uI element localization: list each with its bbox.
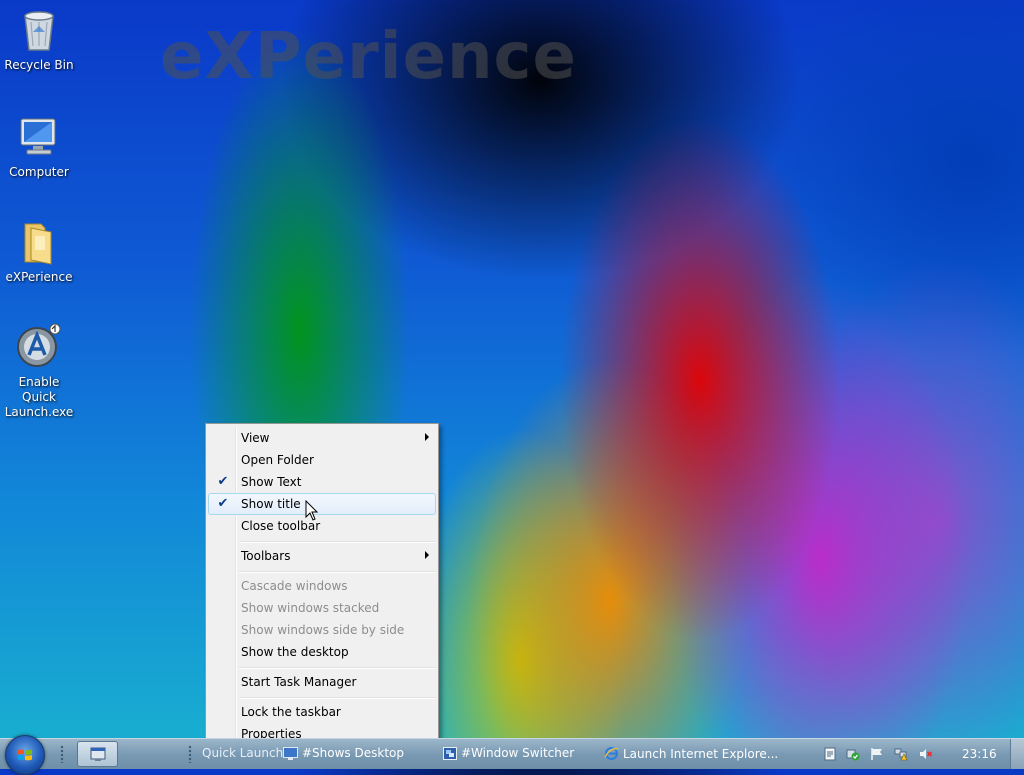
volume-muted-icon[interactable]	[919, 747, 933, 761]
menu-item-toolbars[interactable]: Toolbars	[208, 545, 436, 567]
folder-icon	[15, 218, 63, 266]
windows-logo-icon	[18, 749, 32, 761]
menu-item-show-title[interactable]: ✔ Show title	[208, 493, 436, 515]
internet-explorer-icon	[604, 747, 619, 760]
menu-item-label: Show windows stacked	[241, 601, 380, 615]
menu-item-cascade-windows: Cascade windows	[208, 575, 436, 597]
system-clock[interactable]: 23:16	[962, 747, 997, 761]
desktop-icon-recycle-bin[interactable]: Recycle Bin	[0, 6, 78, 73]
desktop-icon-label: Recycle Bin	[4, 58, 74, 72]
menu-item-show-windows-side-by-side: Show windows side by side	[208, 619, 436, 641]
submenu-arrow-icon	[425, 551, 429, 559]
security-shield-icon[interactable]	[846, 747, 860, 761]
menu-item-label: Open Folder	[241, 453, 314, 467]
menu-item-show-windows-stacked: Show windows stacked	[208, 597, 436, 619]
menu-item-label: Start Task Manager	[241, 675, 357, 689]
show-desktop-button[interactable]	[1010, 739, 1024, 769]
start-button[interactable]	[5, 735, 45, 775]
wallpaper-watermark: eXPerience	[160, 20, 577, 94]
application-window-icon	[90, 747, 106, 761]
menu-item-label: Lock the taskbar	[241, 705, 341, 719]
taskbar-context-menu: View Open Folder ✔ Show Text ✔ Show titl…	[205, 423, 439, 747]
desktop-icon-enable-quick-launch[interactable]: Enable Quick Launch.exe	[0, 323, 78, 420]
document-tray-icon[interactable]	[823, 747, 837, 761]
menu-item-start-task-manager[interactable]: Start Task Manager	[208, 671, 436, 693]
menu-separator	[239, 541, 435, 543]
checkmark-icon: ✔	[217, 496, 229, 511]
recycle-bin-icon	[15, 6, 63, 54]
menu-item-view[interactable]: View	[208, 427, 436, 449]
menu-item-lock-the-taskbar[interactable]: Lock the taskbar	[208, 701, 436, 723]
submenu-arrow-icon	[425, 433, 429, 441]
quick-launch-item-label: #Shows Desktop	[302, 746, 404, 760]
menu-separator	[239, 571, 435, 573]
desktop-icon-label: Computer	[9, 165, 69, 179]
quick-launch-show-desktop[interactable]: #Shows Desktop	[283, 746, 404, 760]
quick-launch-window-switcher[interactable]: #Window Switcher	[443, 746, 574, 760]
desktop-icon	[283, 746, 298, 760]
menu-item-label: Toolbars	[241, 549, 291, 563]
menu-item-label: Show Text	[241, 475, 302, 489]
desktop-icon-experience-folder[interactable]: eXPerience	[0, 218, 78, 285]
menu-item-open-folder[interactable]: Open Folder	[208, 449, 436, 471]
quick-launch-toolbar-title: Quick Launch	[202, 746, 284, 760]
menu-item-close-toolbar[interactable]: Close toolbar	[208, 515, 436, 537]
desktop-icon-label: eXPerience	[5, 270, 73, 284]
taskbar-window-button[interactable]	[77, 741, 118, 767]
menu-separator	[239, 697, 435, 699]
window-switcher-icon	[443, 746, 457, 760]
menu-item-label: Cascade windows	[241, 579, 348, 593]
quick-launch-item-label: #Window Switcher	[461, 746, 575, 760]
menu-item-label: Show title	[241, 497, 301, 511]
menu-item-show-text[interactable]: ✔ Show Text	[208, 471, 436, 493]
autoit-app-icon	[15, 323, 63, 371]
desktop-icon-label: Enable Quick Launch.exe	[4, 375, 74, 419]
menu-item-show-the-desktop[interactable]: Show the desktop	[208, 641, 436, 663]
computer-icon	[15, 113, 63, 161]
network-warning-icon[interactable]	[894, 747, 908, 761]
mouse-cursor-icon	[305, 500, 319, 521]
menu-item-label: View	[241, 431, 270, 445]
menu-item-label: Show the desktop	[241, 645, 349, 659]
checkmark-icon: ✔	[217, 474, 229, 489]
quick-launch-internet-explorer[interactable]: Launch Internet Explore...	[604, 746, 778, 761]
toolbar-grip[interactable]	[60, 745, 64, 763]
quick-launch-item-label: Launch Internet Explore...	[623, 746, 779, 761]
toolbar-grip[interactable]	[188, 745, 192, 763]
menu-item-label: Show windows side by side	[241, 623, 405, 637]
action-center-flag-icon[interactable]	[870, 747, 884, 761]
desktop-icon-computer[interactable]: Computer	[0, 113, 78, 180]
menu-separator	[239, 667, 435, 669]
taskbar: Quick Launch #Shows Desktop #Window Swit…	[0, 735, 1024, 775]
